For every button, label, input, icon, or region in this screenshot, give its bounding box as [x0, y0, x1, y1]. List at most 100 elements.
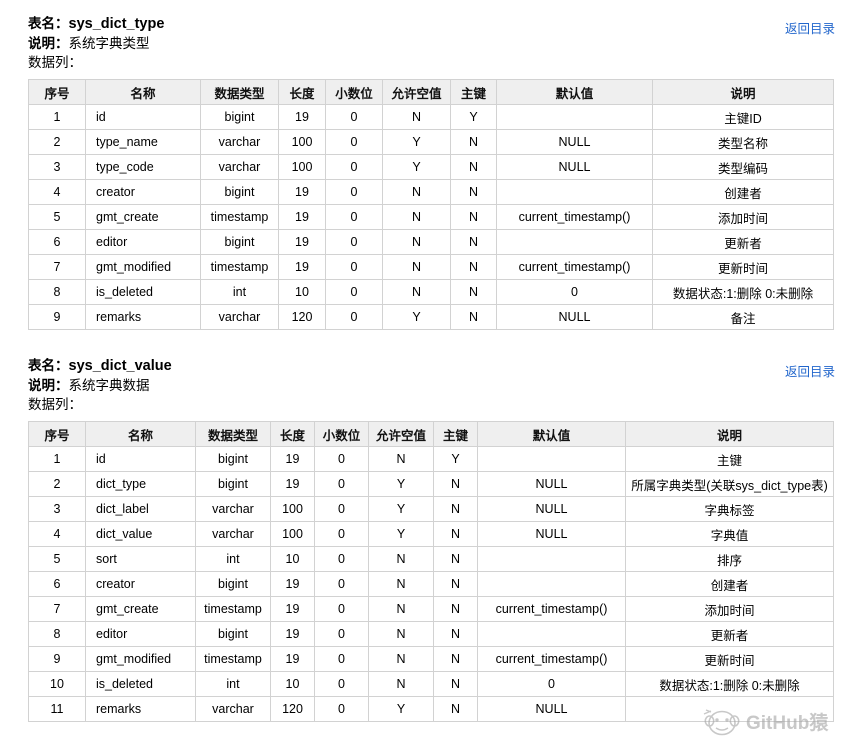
cell-default: NULL: [477, 496, 626, 522]
cell-datatype: varchar: [195, 496, 271, 522]
cell-name: id: [85, 446, 196, 472]
cell-length: 19: [270, 571, 315, 597]
cell-default: NULL: [477, 696, 626, 722]
cell-length: 100: [278, 154, 326, 180]
table-name-label: 表名：: [28, 16, 69, 31]
cell-length: 19: [270, 646, 315, 672]
table-row: 1 id bigint 19 0 N Y 主键ID: [28, 104, 834, 130]
cell-comment: 更新者: [652, 229, 834, 255]
table-row: 10 is_deleted int 10 0 N N 0 数据状态:1:删除 0:未删除: [28, 671, 834, 697]
cell-default: 0: [477, 671, 626, 697]
table-description-label: 说明：: [28, 378, 69, 393]
cell-name: gmt_modified: [85, 254, 201, 280]
cell-pk: N: [450, 254, 497, 280]
cell-datatype: bigint: [200, 179, 279, 205]
cell-name: gmt_create: [85, 596, 196, 622]
cell-nullable: Y: [368, 471, 434, 497]
cell-length: 19: [270, 621, 315, 647]
cell-comment: 字典值: [625, 521, 834, 547]
cell-comment: 更新者: [625, 621, 834, 647]
column-header-pk: 主键: [433, 421, 478, 447]
cell-name: gmt_create: [85, 204, 201, 230]
cell-nullable: N: [368, 646, 434, 672]
column-header-decimal: 小数位: [325, 79, 383, 105]
cell-decimal: 0: [314, 696, 369, 722]
cell-pk: N: [450, 129, 497, 155]
cell-decimal: 0: [325, 154, 383, 180]
cell-seq: 3: [28, 154, 86, 180]
table-body: 1 id bigint 19 0 N Y 主键 2 dict_type bigint 19 0 Y N NUL…: [28, 446, 834, 722]
cell-decimal: 0: [314, 646, 369, 672]
cell-default: current_timestamp(): [477, 646, 626, 672]
cell-seq: 9: [28, 646, 86, 672]
cell-nullable: Y: [368, 521, 434, 547]
cell-nullable: N: [382, 179, 451, 205]
cell-decimal: 0: [325, 304, 383, 330]
cell-nullable: N: [368, 621, 434, 647]
table-row: 5 sort int 10 0 N N 排序: [28, 546, 834, 572]
cell-pk: N: [450, 204, 497, 230]
column-header-seq: 序号: [28, 79, 86, 105]
cell-pk: N: [450, 179, 497, 205]
cell-seq: 11: [28, 696, 86, 722]
cell-comment: 数据状态:1:删除 0:未删除: [625, 671, 834, 697]
cell-seq: 2: [28, 471, 86, 497]
cell-nullable: N: [382, 104, 451, 130]
schema-table-sys-dict-type: 序号 名称 数据类型 长度 小数位 允许空值 主键 默认值 说明 1 id bigi…: [28, 79, 834, 330]
column-header-nullable: 允许空值: [382, 79, 451, 105]
cell-name: creator: [85, 179, 201, 205]
cell-seq: 3: [28, 496, 86, 522]
table-name-label: 表名：: [28, 358, 69, 373]
cell-default: NULL: [496, 304, 653, 330]
table-row: 4 dict_value varchar 100 0 Y N NULL 字典值: [28, 521, 834, 547]
document-page: 返回目录 表名：sys_dict_type 说明：系统字典类型 数据列： 序号 …: [0, 0, 865, 750]
cell-datatype: timestamp: [200, 254, 279, 280]
cell-decimal: 0: [325, 279, 383, 305]
table-section-sys-dict-value: 返回目录 表名：sys_dict_value 说明：系统字典数据 数据列： 序号…: [0, 330, 865, 722]
back-to-index-link[interactable]: 返回目录: [785, 18, 835, 37]
cell-default: NULL: [496, 154, 653, 180]
cell-comment: 类型名称: [652, 129, 834, 155]
cell-name: is_deleted: [85, 671, 196, 697]
table-header-row: 序号 名称 数据类型 长度 小数位 允许空值 主键 默认值 说明: [28, 421, 834, 447]
cell-comment: 添加时间: [625, 596, 834, 622]
cell-decimal: 0: [314, 521, 369, 547]
cell-decimal: 0: [314, 471, 369, 497]
cell-nullable: N: [368, 571, 434, 597]
cell-nullable: N: [382, 254, 451, 280]
cell-datatype: varchar: [200, 129, 279, 155]
cell-name: gmt_modified: [85, 646, 196, 672]
cell-name: id: [85, 104, 201, 130]
cell-datatype: varchar: [200, 304, 279, 330]
cell-length: 19: [278, 254, 326, 280]
cell-name: sort: [85, 546, 196, 572]
cell-datatype: bigint: [195, 621, 271, 647]
cell-datatype: bigint: [195, 446, 271, 472]
cell-seq: 7: [28, 596, 86, 622]
table-name-value: sys_dict_type: [68, 16, 165, 32]
cell-pk: N: [450, 304, 497, 330]
cell-comment: 数据状态:1:删除 0:未删除: [652, 279, 834, 305]
cell-length: 100: [278, 129, 326, 155]
table-description-line: 说明：系统字典类型: [28, 34, 837, 53]
cell-name: type_name: [85, 129, 201, 155]
cell-default: current_timestamp(): [496, 204, 653, 230]
cell-decimal: 0: [314, 621, 369, 647]
cell-datatype: varchar: [195, 521, 271, 547]
cell-seq: 5: [28, 546, 86, 572]
cell-default: [477, 446, 626, 472]
cell-default: [496, 179, 653, 205]
cell-decimal: 0: [325, 204, 383, 230]
cell-decimal: 0: [314, 596, 369, 622]
cell-length: 10: [270, 546, 315, 572]
column-header-datatype: 数据类型: [195, 421, 271, 447]
cell-length: 120: [278, 304, 326, 330]
cell-default: current_timestamp(): [496, 254, 653, 280]
cell-decimal: 0: [314, 496, 369, 522]
column-header-pk: 主键: [450, 79, 497, 105]
back-to-index-link[interactable]: 返回目录: [785, 361, 835, 380]
cell-datatype: timestamp: [195, 596, 271, 622]
table-row: 8 editor bigint 19 0 N N 更新者: [28, 621, 834, 647]
cell-pk: N: [433, 471, 478, 497]
table-row: 3 type_code varchar 100 0 Y N NULL 类型编码: [28, 154, 834, 180]
